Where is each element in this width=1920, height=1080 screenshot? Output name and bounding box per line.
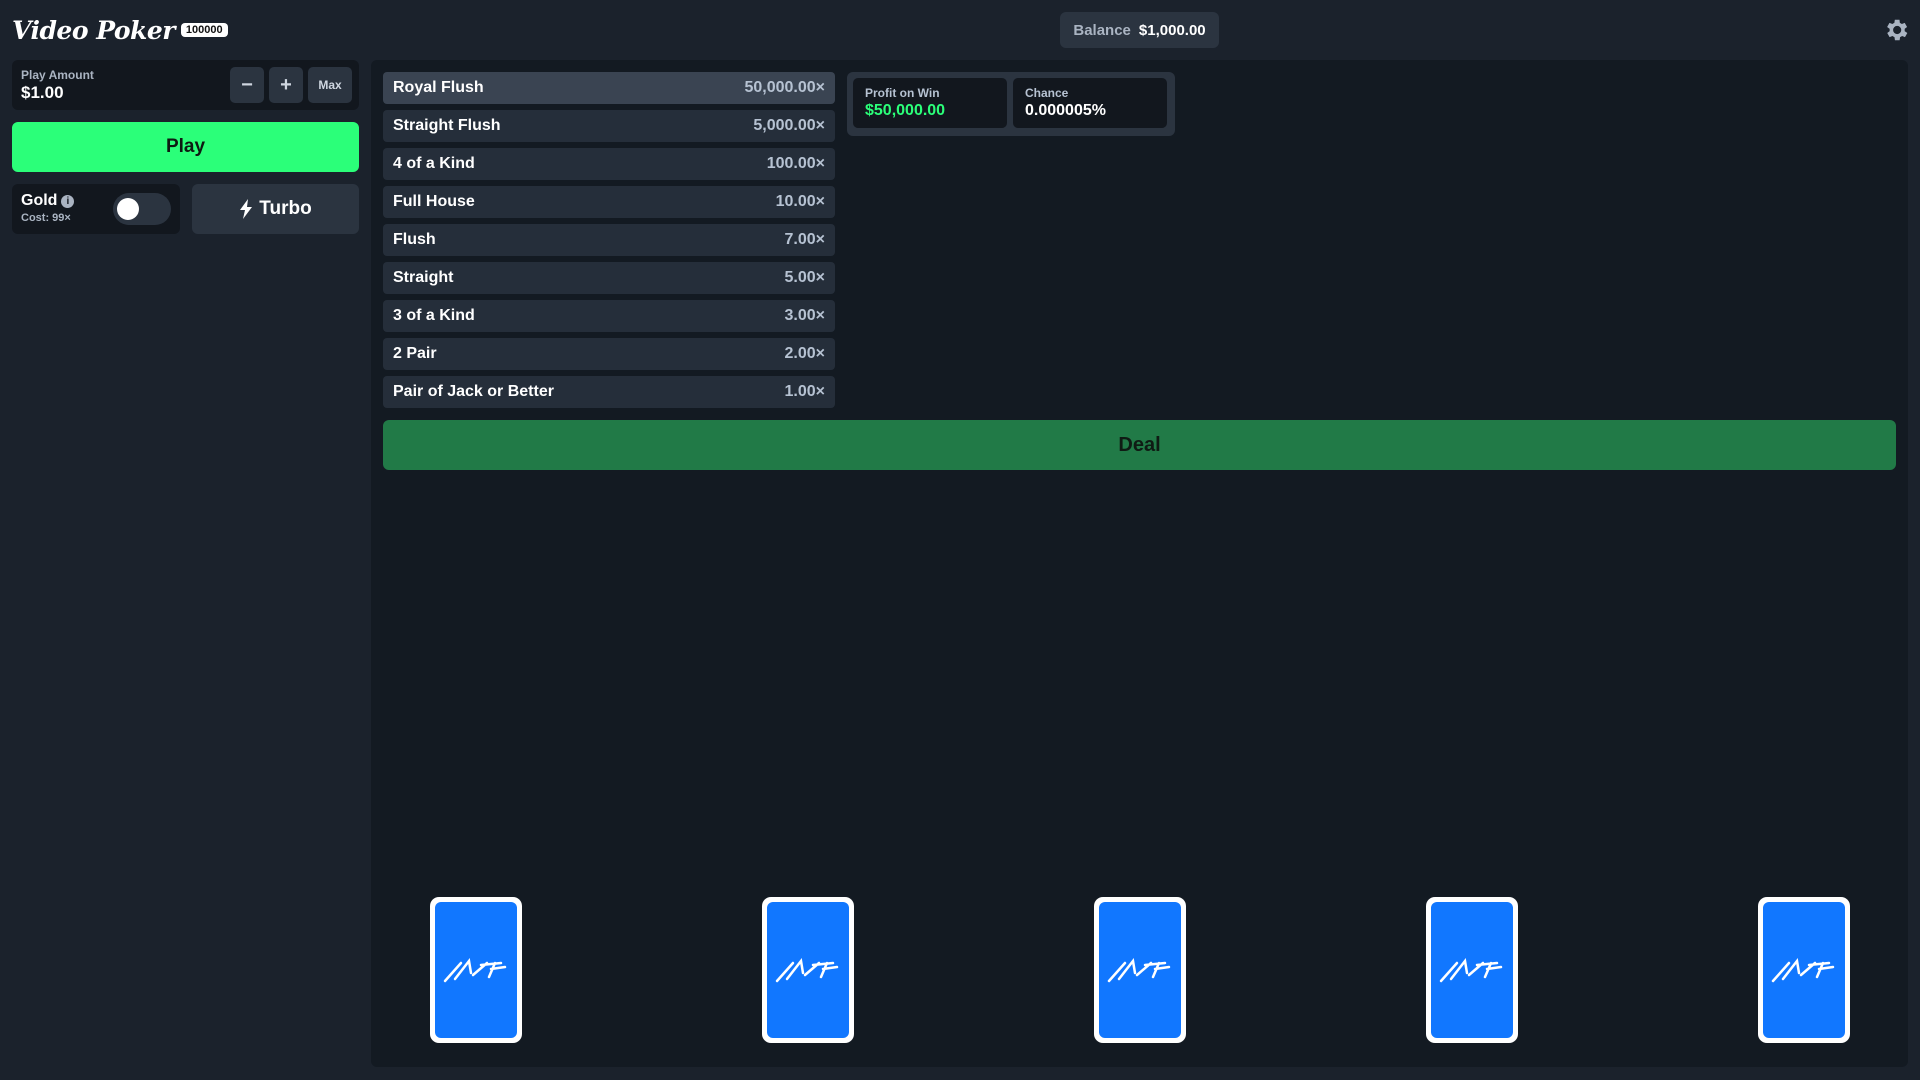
hand-multiplier: 2.00×	[784, 345, 825, 362]
profit-label: Profit on Win	[865, 86, 940, 100]
profit-value: $50,000.00	[865, 102, 946, 119]
card-back	[1431, 902, 1513, 1038]
app-logo: Video Poker 100000	[12, 12, 228, 48]
card[interactable]	[430, 897, 522, 1043]
card-logo-icon	[1439, 957, 1503, 983]
paytable-row[interactable]: Royal Flush 50,000.00×	[383, 72, 835, 104]
hand-multiplier: 50,000.00×	[744, 79, 825, 96]
hand-name: Straight	[393, 269, 454, 286]
info-icon[interactable]: i	[61, 194, 75, 208]
gold-option: Gold i Cost: 99×	[12, 184, 180, 234]
card[interactable]	[1094, 897, 1186, 1043]
increase-amount-button[interactable]: +	[269, 67, 303, 103]
gold-cost: Cost: 99×	[21, 212, 71, 224]
paytable: Royal Flush 50,000.00× Straight Flush 5,000…	[383, 72, 835, 414]
gold-toggle[interactable]	[113, 193, 171, 225]
gear-icon[interactable]	[1882, 16, 1910, 44]
hand-name: Royal Flush	[393, 79, 484, 96]
turbo-button[interactable]: Turbo	[192, 184, 359, 234]
card-logo-icon	[1771, 957, 1835, 983]
card-logo-icon	[1107, 957, 1171, 983]
gold-label: Gold	[21, 192, 58, 209]
win-info-panel: Profit on Win $50,000.00 Chance 0.000005…	[847, 72, 1175, 136]
balance-display: Balance $1,000.00	[1060, 12, 1219, 48]
hand-name: 4 of a Kind	[393, 155, 475, 172]
play-amount-value[interactable]: $1.00	[21, 83, 64, 103]
card[interactable]	[1426, 897, 1518, 1043]
card-back	[1099, 902, 1181, 1038]
play-amount-label: Play Amount	[21, 68, 94, 82]
hand-multiplier: 5,000.00×	[753, 117, 825, 134]
hand-name: Straight Flush	[393, 117, 501, 134]
logo-text: Video Poker	[12, 15, 175, 45]
card[interactable]	[762, 897, 854, 1043]
chance-value: 0.000005%	[1025, 102, 1106, 119]
paytable-row[interactable]: 4 of a Kind 100.00×	[383, 148, 835, 180]
hand-multiplier: 7.00×	[784, 231, 825, 248]
play-amount-field[interactable]: Play Amount $1.00 − + Max	[12, 60, 359, 110]
chance: Chance 0.000005%	[1013, 78, 1167, 128]
paytable-row[interactable]: Full House 10.00×	[383, 186, 835, 218]
paytable-row[interactable]: Straight Flush 5,000.00×	[383, 110, 835, 142]
gold-label-group: Gold i	[21, 192, 75, 210]
lightning-icon	[240, 199, 253, 219]
profit-on-win: Profit on Win $50,000.00	[853, 78, 1007, 128]
decrease-amount-button[interactable]: −	[230, 67, 264, 103]
chance-label: Chance	[1025, 86, 1069, 100]
hand-name: 3 of a Kind	[393, 307, 475, 324]
paytable-row[interactable]: Straight 5.00×	[383, 262, 835, 294]
balance-label: Balance	[1073, 21, 1131, 39]
max-amount-button[interactable]: Max	[308, 67, 352, 103]
hand-name: Pair of Jack or Better	[393, 383, 554, 400]
card-logo-icon	[443, 957, 507, 983]
card-back	[767, 902, 849, 1038]
deal-button[interactable]: Deal	[383, 420, 1896, 470]
paytable-row[interactable]: 2 Pair 2.00×	[383, 338, 835, 370]
hand-name: Full House	[393, 193, 475, 210]
hand-name: Flush	[393, 231, 436, 248]
hand-multiplier: 10.00×	[775, 193, 825, 210]
card[interactable]	[1758, 897, 1850, 1043]
turbo-label: Turbo	[259, 198, 312, 219]
paytable-row[interactable]: 3 of a Kind 3.00×	[383, 300, 835, 332]
hand-multiplier: 5.00×	[784, 269, 825, 286]
paytable-row[interactable]: Pair of Jack or Better 1.00×	[383, 376, 835, 408]
logo-badge: 100000	[180, 23, 228, 37]
game-area: Royal Flush 50,000.00× Straight Flush 5,000…	[371, 60, 1908, 1067]
paytable-row[interactable]: Flush 7.00×	[383, 224, 835, 256]
play-button[interactable]: Play	[12, 122, 359, 172]
hand-name: 2 Pair	[393, 345, 437, 362]
toggle-knob	[117, 198, 139, 220]
card-back	[435, 902, 517, 1038]
hand-multiplier: 3.00×	[784, 307, 825, 324]
card-logo-icon	[775, 957, 839, 983]
hand-multiplier: 100.00×	[766, 155, 825, 172]
balance-value: $1,000.00	[1138, 21, 1206, 39]
hand-multiplier: 1.00×	[784, 383, 825, 400]
card-back	[1763, 902, 1845, 1038]
